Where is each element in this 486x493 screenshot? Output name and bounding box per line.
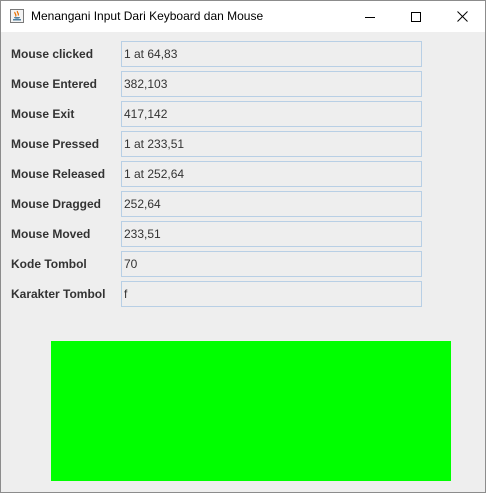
app-window: Menangani Input Dari Keyboard dan Mouse … bbox=[0, 0, 486, 493]
mouse-released-label: Mouse Released bbox=[11, 167, 106, 181]
mouse-exit-label: Mouse Exit bbox=[11, 107, 75, 121]
content-pane: Mouse clicked Mouse Entered Mouse Exit M… bbox=[1, 32, 485, 492]
mouse-released-field[interactable] bbox=[121, 161, 422, 187]
close-icon bbox=[456, 11, 468, 22]
maximize-button[interactable] bbox=[393, 1, 439, 32]
kode-tombol-label: Kode Tombol bbox=[11, 257, 87, 271]
mouse-clicked-field[interactable] bbox=[121, 41, 422, 67]
mouse-entered-field[interactable] bbox=[121, 71, 422, 97]
row-karakter-tombol: Karakter Tombol bbox=[1, 281, 485, 307]
karakter-tombol-label: Karakter Tombol bbox=[11, 287, 106, 301]
mouse-clicked-label: Mouse clicked bbox=[11, 47, 94, 61]
window-title: Menangani Input Dari Keyboard dan Mouse bbox=[31, 9, 264, 23]
kode-tombol-field[interactable] bbox=[121, 251, 422, 277]
mouse-pressed-label: Mouse Pressed bbox=[11, 137, 100, 151]
mouse-moved-field[interactable] bbox=[121, 221, 422, 247]
row-mouse-dragged: Mouse Dragged bbox=[1, 191, 485, 217]
close-button[interactable] bbox=[439, 1, 485, 32]
title-bar[interactable]: Menangani Input Dari Keyboard dan Mouse bbox=[1, 1, 485, 32]
row-mouse-exit: Mouse Exit bbox=[1, 101, 485, 127]
karakter-tombol-field[interactable] bbox=[121, 281, 422, 307]
minimize-button[interactable] bbox=[347, 1, 393, 32]
row-mouse-entered: Mouse Entered bbox=[1, 71, 485, 97]
java-app-icon[interactable] bbox=[9, 8, 25, 24]
row-mouse-moved: Mouse Moved bbox=[1, 221, 485, 247]
row-mouse-pressed: Mouse Pressed bbox=[1, 131, 485, 157]
row-kode-tombol: Kode Tombol bbox=[1, 251, 485, 277]
maximize-icon bbox=[411, 11, 421, 22]
mouse-entered-label: Mouse Entered bbox=[11, 77, 98, 91]
mouse-exit-field[interactable] bbox=[121, 101, 422, 127]
mouse-pressed-field[interactable] bbox=[121, 131, 422, 157]
mouse-dragged-field[interactable] bbox=[121, 191, 422, 217]
row-mouse-clicked: Mouse clicked bbox=[1, 41, 485, 67]
minimize-icon bbox=[365, 16, 375, 18]
mouse-area-panel[interactable] bbox=[51, 341, 451, 481]
row-mouse-released: Mouse Released bbox=[1, 161, 485, 187]
mouse-moved-label: Mouse Moved bbox=[11, 227, 91, 241]
mouse-dragged-label: Mouse Dragged bbox=[11, 197, 102, 211]
